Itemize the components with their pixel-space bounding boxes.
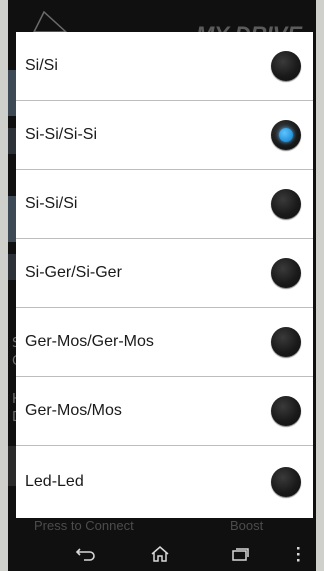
- radio-button-icon[interactable]: [271, 327, 301, 357]
- boost-label: Boost: [230, 518, 264, 533]
- app-logo-icon: [32, 10, 68, 33]
- back-icon: [75, 548, 95, 561]
- overflow-menu-icon: [297, 547, 300, 562]
- option-si-ger-si-ger[interactable]: Si-Ger/Si-Ger: [16, 239, 313, 308]
- back-button[interactable]: [72, 541, 100, 567]
- recent-apps-icon: [232, 548, 249, 561]
- option-ger-mos-mos[interactable]: Ger-Mos/Mos: [16, 377, 313, 446]
- option-label: Si/Si: [25, 57, 58, 74]
- radio-button-icon[interactable]: [271, 51, 301, 81]
- option-si-si[interactable]: Si/Si: [16, 32, 313, 101]
- option-label: Led-Led: [25, 473, 84, 490]
- option-label: Si-Si/Si-Si: [25, 126, 98, 143]
- radio-button-icon[interactable]: [271, 189, 301, 219]
- option-led-led[interactable]: Led-Led: [16, 446, 313, 518]
- radio-button-icon[interactable]: [271, 467, 301, 497]
- selection-dialog: Si/Si Si-Si/Si-Si Si-Si/Si Si-Ger/Si-Ger…: [16, 32, 313, 518]
- recent-apps-button[interactable]: [226, 541, 254, 567]
- option-si-si-si[interactable]: Si-Si/Si: [16, 170, 313, 239]
- radio-button-selected-icon[interactable]: [271, 120, 301, 150]
- home-icon: [151, 546, 169, 562]
- radio-button-icon[interactable]: [271, 396, 301, 426]
- option-label: Si-Ger/Si-Ger: [25, 264, 122, 281]
- option-si-si-si-si[interactable]: Si-Si/Si-Si: [16, 101, 313, 170]
- radio-button-icon[interactable]: [271, 258, 301, 288]
- option-label: Si-Si/Si: [25, 195, 78, 212]
- home-button[interactable]: [146, 541, 174, 567]
- option-label: Ger-Mos/Ger-Mos: [25, 333, 154, 350]
- option-ger-mos-ger-mos[interactable]: Ger-Mos/Ger-Mos: [16, 308, 313, 377]
- connect-label: Press to Connect: [34, 518, 134, 533]
- overflow-menu-button[interactable]: [288, 541, 308, 567]
- navigation-bar: [8, 537, 316, 571]
- option-label: Ger-Mos/Mos: [25, 402, 122, 419]
